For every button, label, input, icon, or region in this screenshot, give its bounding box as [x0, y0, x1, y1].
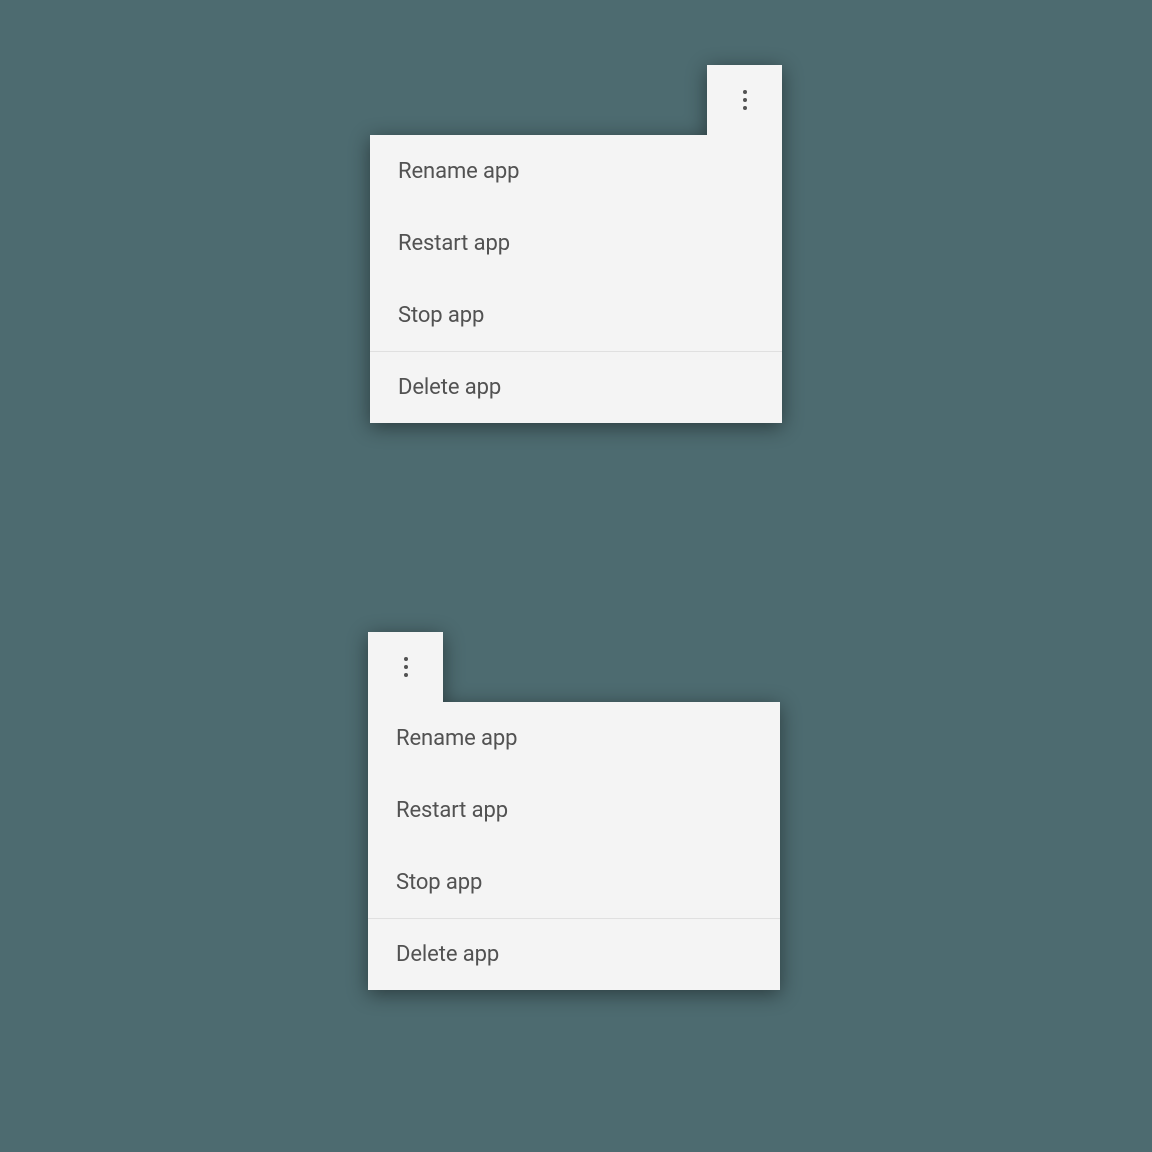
menu-item-label: Stop app [396, 870, 482, 895]
overflow-menu-panel: Rename app Restart app Stop app Delete a… [370, 135, 782, 423]
menu-item-label: Delete app [396, 942, 499, 967]
menu-item-delete-app[interactable]: Delete app [370, 351, 782, 423]
menu-item-restart-app[interactable]: Restart app [368, 774, 780, 846]
menu-item-label: Rename app [398, 159, 519, 184]
menu-item-label: Restart app [396, 798, 508, 823]
menu-item-rename-app[interactable]: Rename app [368, 702, 780, 774]
example-bottom: Rename app Restart app Stop app Delete a… [0, 576, 1152, 1152]
menu-item-delete-app[interactable]: Delete app [368, 918, 780, 990]
menu-item-stop-app[interactable]: Stop app [368, 846, 780, 918]
menu-item-restart-app[interactable]: Restart app [370, 207, 782, 279]
overflow-trigger-button[interactable] [707, 65, 782, 135]
overflow-menu-panel: Rename app Restart app Stop app Delete a… [368, 702, 780, 990]
menu-item-label: Delete app [398, 375, 501, 400]
menu-item-label: Restart app [398, 231, 510, 256]
overflow-trigger-button[interactable] [368, 632, 443, 702]
kebab-icon [404, 657, 408, 677]
menu-item-label: Rename app [396, 726, 517, 751]
example-top: Rename app Restart app Stop app Delete a… [0, 0, 1152, 576]
menu-item-label: Stop app [398, 303, 484, 328]
overflow-menu-bottom: Rename app Restart app Stop app Delete a… [368, 632, 780, 990]
overflow-menu-top: Rename app Restart app Stop app Delete a… [370, 65, 782, 423]
kebab-icon [743, 90, 747, 110]
menu-item-rename-app[interactable]: Rename app [370, 135, 782, 207]
menu-item-stop-app[interactable]: Stop app [370, 279, 782, 351]
